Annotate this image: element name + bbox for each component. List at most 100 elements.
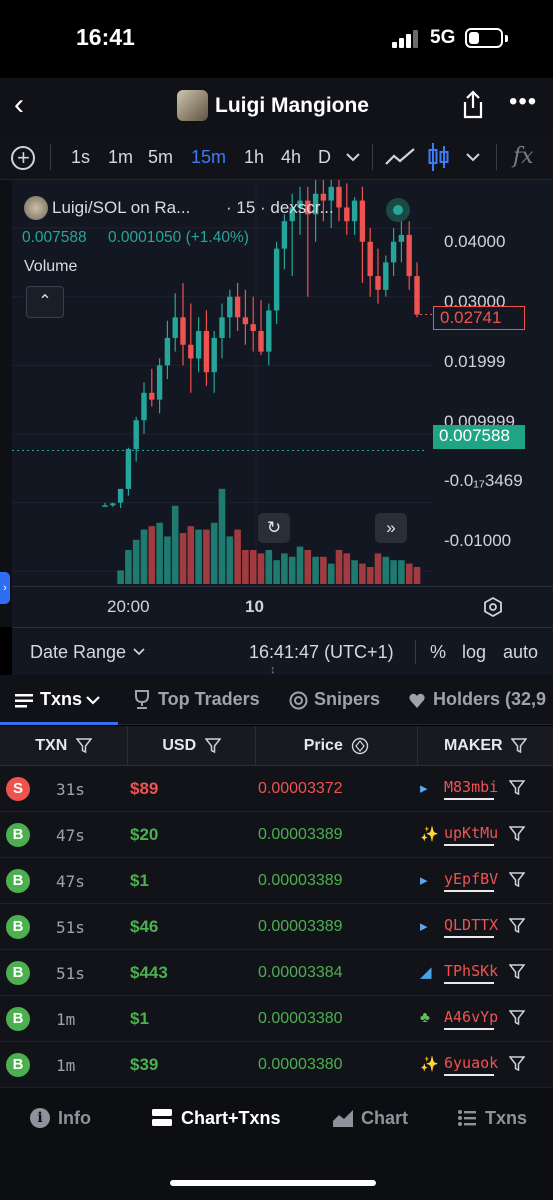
chevron-down-icon[interactable] (86, 695, 100, 705)
target-icon (289, 691, 308, 710)
chart-txns-icon[interactable] (152, 1109, 172, 1127)
filter-icon[interactable] (509, 1010, 525, 1025)
filter-icon[interactable] (509, 826, 525, 841)
filter-icon[interactable] (509, 1056, 525, 1071)
txn-usd: $89 (130, 779, 159, 798)
timeframe-1m[interactable]: 1m (108, 147, 133, 168)
info-icon[interactable]: i (30, 1108, 50, 1128)
timeframe-1s[interactable]: 1s (71, 147, 90, 168)
chevron-down-icon[interactable] (466, 152, 480, 162)
timeframe-d[interactable]: D (318, 147, 331, 168)
maker-address-link[interactable]: M83mbi (444, 778, 498, 796)
filter-icon[interactable] (509, 964, 525, 979)
chevron-left-icon[interactable]: ‹ (14, 88, 24, 122)
volume-bar (226, 536, 234, 584)
filter-icon[interactable] (509, 872, 525, 887)
chart-icon[interactable] (332, 1108, 354, 1128)
table-row[interactable]: B 1m $39 0.00003380 ✨ 6yuaok (0, 1042, 553, 1088)
col-header-price[interactable]: Price (256, 726, 418, 766)
table-row[interactable]: S 31s $89 0.00003372 ▸ M83mbi (0, 766, 553, 812)
table-row[interactable]: B 51s $443 0.00003384 ◢ TPhSKk (0, 950, 553, 996)
txn-usd: $1 (130, 1009, 149, 1028)
txn-price: 0.00003389 (258, 872, 343, 889)
tab-top-traders[interactable]: Top Traders (158, 689, 260, 710)
candle-body (273, 248, 280, 311)
timeframe-15m[interactable]: 15m (191, 147, 226, 168)
nav-chart-txns[interactable]: Chart+Txns (181, 1108, 281, 1129)
more-dots-icon[interactable]: ••• (509, 88, 537, 116)
utc-timestamp[interactable]: 16:41:47 (UTC+1) (249, 642, 394, 663)
txn-usd: $1 (130, 871, 149, 890)
candle-body (359, 200, 366, 242)
filter-icon[interactable] (509, 918, 525, 933)
time-tick: 10 (245, 597, 264, 616)
maker-address-link[interactable]: 6yuaok (444, 1054, 498, 1072)
maker-address-link[interactable]: upKtMu (444, 824, 498, 842)
filter-icon[interactable] (204, 738, 221, 754)
price-chart[interactable]: Luigi/SOL on Ra... · 15 · dexscr... 0.00… (12, 180, 553, 627)
share-icon[interactable] (461, 90, 485, 120)
auto-toggle[interactable]: auto (503, 642, 538, 663)
maker-address-link[interactable]: A46vYp (444, 1008, 498, 1026)
chevron-down-icon[interactable] (346, 152, 360, 162)
volume-bar (327, 563, 335, 584)
y-tick: 0.04000 (444, 232, 506, 251)
tab-txns[interactable]: Txns (40, 689, 82, 710)
reset-chart-icon[interactable]: ↻ (258, 513, 290, 543)
percent-toggle[interactable]: % (430, 642, 446, 663)
txn-age: 51s (56, 918, 85, 937)
drawer-handle[interactable]: › (0, 572, 10, 604)
date-range-button[interactable]: Date Range (30, 642, 126, 663)
maker-underline (444, 798, 494, 800)
timeframe-5m[interactable]: 5m (148, 147, 173, 168)
chevron-down-icon[interactable] (133, 648, 145, 656)
nav-txns[interactable]: Txns (485, 1108, 527, 1129)
volume-bar (413, 567, 421, 584)
home-indicator (170, 1180, 376, 1186)
volume-bar (218, 488, 226, 584)
maker-address-link[interactable]: yEpfBV (444, 870, 498, 888)
volume-bar (117, 570, 124, 584)
tab-holders[interactable]: Holders (32,9 (433, 689, 546, 710)
table-row[interactable]: B 1m $1 0.00003380 ♣ A46vYp (0, 996, 553, 1042)
add-indicator-icon[interactable]: + (11, 145, 35, 170)
divider (496, 144, 497, 170)
timeframe-4h[interactable]: 4h (281, 147, 301, 168)
bottom-nav: i Info Chart+Txns Chart Txns (0, 1087, 553, 1200)
tab-snipers[interactable]: Snipers (314, 689, 380, 710)
col-header-txn[interactable]: TXN (0, 726, 128, 766)
filter-icon[interactable] (511, 738, 528, 754)
txn-price: 0.00003372 (258, 780, 343, 797)
nav-chart[interactable]: Chart (361, 1108, 408, 1129)
volume-bar (125, 550, 132, 584)
table-row[interactable]: B 47s $1 0.00003389 ▸ yEpfBV (0, 858, 553, 904)
maker-address-link[interactable]: QLDTTX (444, 916, 498, 934)
col-header-label: MAKER (443, 737, 503, 754)
time-tick: 20:00 (107, 597, 150, 616)
filter-icon[interactable] (75, 738, 92, 754)
list-icon[interactable] (458, 1110, 476, 1126)
filter-icon[interactable] (509, 780, 525, 795)
indicators-fx-icon[interactable]: fx (513, 144, 534, 169)
collapse-legend-button[interactable]: ⌃ (26, 286, 64, 318)
scroll-to-latest-icon[interactable]: » (375, 513, 407, 543)
col-header-usd[interactable]: USD (128, 726, 256, 766)
table-row[interactable]: B 47s $20 0.00003389 ✨ upKtMu (0, 812, 553, 858)
chart-settings-icon[interactable] (483, 597, 503, 617)
log-toggle[interactable]: log (462, 642, 486, 663)
nav-info[interactable]: Info (58, 1108, 91, 1129)
txn-price: 0.00003380 (258, 1010, 343, 1027)
maker-address-link[interactable]: TPhSKk (444, 962, 498, 980)
timeframe-1h[interactable]: 1h (244, 147, 264, 168)
line-chart-icon[interactable] (384, 146, 416, 168)
candlestick-icon[interactable] (428, 142, 450, 172)
swap-currency-icon[interactable] (351, 737, 369, 755)
volume-bar (140, 529, 148, 584)
txn-age: 47s (56, 826, 85, 845)
txn-usd: $46 (130, 917, 159, 936)
candle-body (390, 241, 397, 263)
volume-bar (398, 560, 405, 584)
volume-bar (390, 560, 397, 584)
col-header-maker[interactable]: MAKER (418, 726, 553, 766)
table-row[interactable]: B 51s $46 0.00003389 ▸ QLDTTX (0, 904, 553, 950)
